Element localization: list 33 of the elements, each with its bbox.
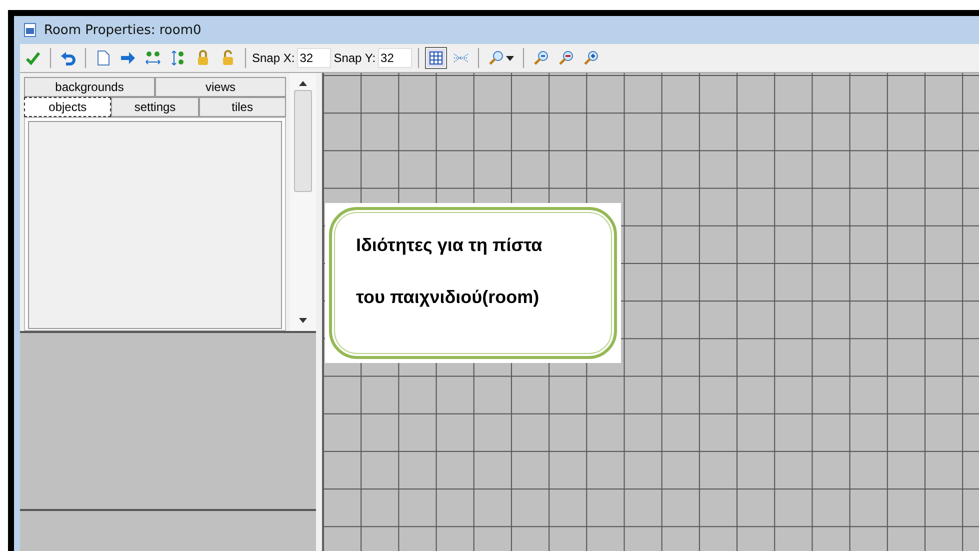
tab[interactable]: objects [24, 97, 112, 117]
tab[interactable]: settings [111, 97, 199, 117]
page-icon [95, 50, 111, 66]
tab[interactable]: backgrounds [24, 77, 155, 97]
lock-icon [195, 50, 211, 66]
dots-arrows-icon [170, 50, 186, 66]
check-icon [25, 50, 41, 66]
caret-icon [506, 56, 514, 60]
unlock-icon [220, 50, 236, 66]
window-title: Room Properties: room0 [44, 22, 202, 38]
grid-button[interactable] [424, 47, 447, 69]
zoom-out-icon [532, 50, 549, 66]
arrow-icon [120, 50, 136, 66]
snap-label: Snap Y: [334, 51, 376, 65]
scroll-thumb[interactable] [294, 90, 312, 192]
zoom-in-icon [582, 50, 599, 66]
tab[interactable]: views [155, 77, 286, 97]
note-text: του παιχνιδιού(room) [356, 286, 540, 309]
grid-icon [428, 50, 444, 66]
snap-field[interactable]: 32 [378, 48, 412, 68]
note-text: Ιδιότητες για τη πίστα [356, 234, 544, 257]
dots-arrows-icon [145, 50, 161, 66]
scroll-down-icon[interactable] [299, 318, 307, 323]
scrollbar[interactable] [290, 73, 316, 331]
undo-icon [60, 50, 76, 66]
snap-field[interactable]: 32 [296, 48, 331, 68]
scroll-up-icon[interactable] [299, 81, 307, 86]
zoom-reset-icon [558, 50, 574, 66]
zoom-icon [488, 50, 504, 66]
tab[interactable]: tiles [198, 97, 286, 117]
snap-label: Snap X: [252, 51, 295, 65]
room-grid[interactable]: Ιδιότητες για τη πίστα του παιχνιδιού(room) [322, 73, 979, 551]
window-icon [24, 23, 36, 37]
